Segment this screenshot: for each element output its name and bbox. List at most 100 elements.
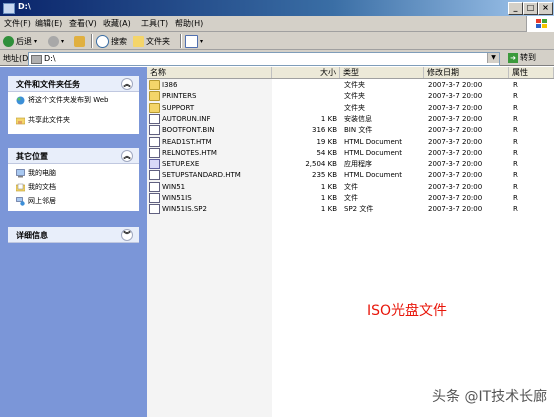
menu-tools[interactable]: 工具(T) [141,18,168,29]
expand-chevron-icon[interactable]: ︾ [121,229,133,241]
file-row[interactable]: PRINTERS 文件夹 2007-3-7 20:00 R [147,91,554,102]
computer-icon [16,169,25,178]
file-row[interactable]: AUTORUN.INF 1 KB 安装信息 2007-3-7 20:00 R [147,113,554,124]
views-button[interactable]: ▾ [185,34,203,48]
back-button[interactable]: 后退 ▾ [3,34,37,48]
menu-view[interactable]: 查看(V) [69,18,97,29]
file-name-text: AUTORUN.INF [162,114,211,123]
views-icon [185,34,198,48]
file-row[interactable]: WIN51IS.SP2 1 KB SP2 文件 2007-3-7 20:00 R [147,204,554,215]
file-size: 1 KB [320,194,337,202]
file-modified: 2007-3-7 20:00 [428,81,483,89]
menu-help[interactable]: 帮助(H) [175,18,203,29]
menu-file[interactable]: 文件(F) [4,18,31,29]
file-modified: 2007-3-7 20:00 [428,182,483,191]
menu-edit[interactable]: 编辑(E) [35,18,62,29]
file-row[interactable]: SETUPSTANDARD.HTM 235 KB HTML Document 2007… [147,170,554,181]
file-attributes: R [513,114,518,123]
file-type: SP2 文件 [344,205,374,214]
file-row[interactable]: RELNOTES.HTM 54 KB HTML Document 2007-3-7 2… [147,147,554,158]
minimize-button[interactable]: _ [508,2,523,15]
other-places-panel: 其它位置 ︽ 我的电脑 我的文档 网上邻居 [8,148,139,211]
folders-button[interactable]: 文件夹 [133,34,170,48]
place-network[interactable]: 网上邻居 [16,197,56,206]
file-name: WIN51IS.SP2 [149,204,269,215]
file-attributes: R [513,171,518,180]
file-attributes: R [513,160,518,169]
file-row[interactable]: BOOTFONT.BIN 316 KB BIN 文件 2007-3-7 20:00 R [147,125,554,136]
share-folder-link[interactable]: 共享此文件夹 [16,116,70,125]
title-bar: D:\ _ □ × [0,0,554,16]
file-type: 文件夹 [344,103,365,112]
menu-favorites[interactable]: 收藏(A) [103,18,131,29]
file-name-text: READ1ST.HTM [162,137,212,146]
details-header[interactable]: 详细信息 ︾ [8,227,139,243]
window-title: D:\ [18,2,31,11]
publish-web-link[interactable]: 将这个文件夹发布到 Web [16,96,126,105]
place-my-computer[interactable]: 我的电脑 [16,169,56,178]
file-icon [149,204,160,215]
annotation-text: ISO光盘文件 [367,303,448,319]
file-row[interactable]: WIN51IS 1 KB 文件 2007-3-7 20:00 R [147,193,554,203]
file-name: SETUP.EXE [149,159,269,170]
file-row[interactable]: READ1ST.HTM 19 KB HTML Document 2007-3-7 20… [147,136,554,147]
close-button[interactable]: × [538,2,553,15]
folder-icon [149,102,160,113]
column-header-type[interactable]: 类型 [340,67,424,78]
file-tasks-header[interactable]: 文件和文件夹任务 ︽ [8,76,139,92]
file-row[interactable]: SUPPORT 文件夹 2007-3-7 20:00 R [147,102,554,113]
file-attributes: R [513,148,518,157]
file-modified: 2007-3-7 20:00 [428,194,483,202]
column-header-name[interactable]: 名称 [147,67,272,78]
menu-bar: 文件(F) 编辑(E) 查看(V) 收藏(A) 工具(T) 帮助(H) [0,16,554,32]
folder-icon [149,80,160,90]
file-modified: 2007-3-7 20:00 [428,92,483,101]
file-modified: 2007-3-7 20:00 [428,160,483,169]
application-icon [149,159,160,170]
file-icon [149,125,160,136]
file-size: 1 KB [320,182,337,191]
place-network-label: 网上邻居 [28,197,56,205]
column-header-attributes[interactable]: 属性 [509,67,554,78]
column-header-size[interactable]: 大小 [272,67,340,78]
address-dropdown-button[interactable]: ▼ [487,53,499,63]
file-icon [149,136,160,147]
up-button[interactable] [74,34,85,48]
collapse-chevron-icon[interactable]: ︽ [121,150,133,162]
forward-button[interactable]: ▾ [48,34,64,48]
file-name-text: SUPPORT [162,103,195,112]
chevron-down-icon: ▾ [200,37,204,45]
network-icon [16,197,25,206]
file-row[interactable]: I386 文件夹 2007-3-7 20:00 R [147,80,554,90]
file-name: WIN51IS [149,193,269,203]
file-size: 316 KB [312,126,337,135]
file-size: 2,504 KB [305,160,337,169]
file-size: 235 KB [312,171,337,180]
place-my-documents[interactable]: 我的文档 [16,183,56,192]
up-folder-icon [74,35,85,47]
file-type: HTML Document [344,171,402,180]
file-icon [149,181,160,192]
share-folder-label: 共享此文件夹 [28,116,70,124]
file-name-text: BOOTFONT.BIN [162,126,215,135]
file-name-text: WIN51IS.SP2 [162,205,207,214]
address-input[interactable]: D:\ ▼ [28,52,500,66]
toolbar-separator [91,34,93,48]
file-name-text: I386 [162,81,178,89]
file-type: HTML Document [344,137,402,146]
other-places-header[interactable]: 其它位置 ︽ [8,148,139,164]
file-name-text: WIN51IS [162,194,192,202]
column-header-modified[interactable]: 修改日期 [424,67,509,78]
search-icon [96,34,109,48]
file-row[interactable]: SETUP.EXE 2,504 KB 应用程序 2007-3-7 20:00 R [147,159,554,170]
file-size: 1 KB [320,205,337,214]
maximize-button[interactable]: □ [523,2,538,15]
file-row[interactable]: WIN51 1 KB 文件 2007-3-7 20:00 R [147,181,554,192]
file-attributes: R [513,205,518,214]
chevron-down-icon: ▾ [34,37,38,45]
go-button[interactable]: ➜ 转到 [508,52,536,63]
file-type: HTML Document [344,148,402,157]
globe-icon [16,96,25,105]
collapse-chevron-icon[interactable]: ︽ [121,78,133,90]
search-button[interactable]: 搜索 [96,34,127,48]
